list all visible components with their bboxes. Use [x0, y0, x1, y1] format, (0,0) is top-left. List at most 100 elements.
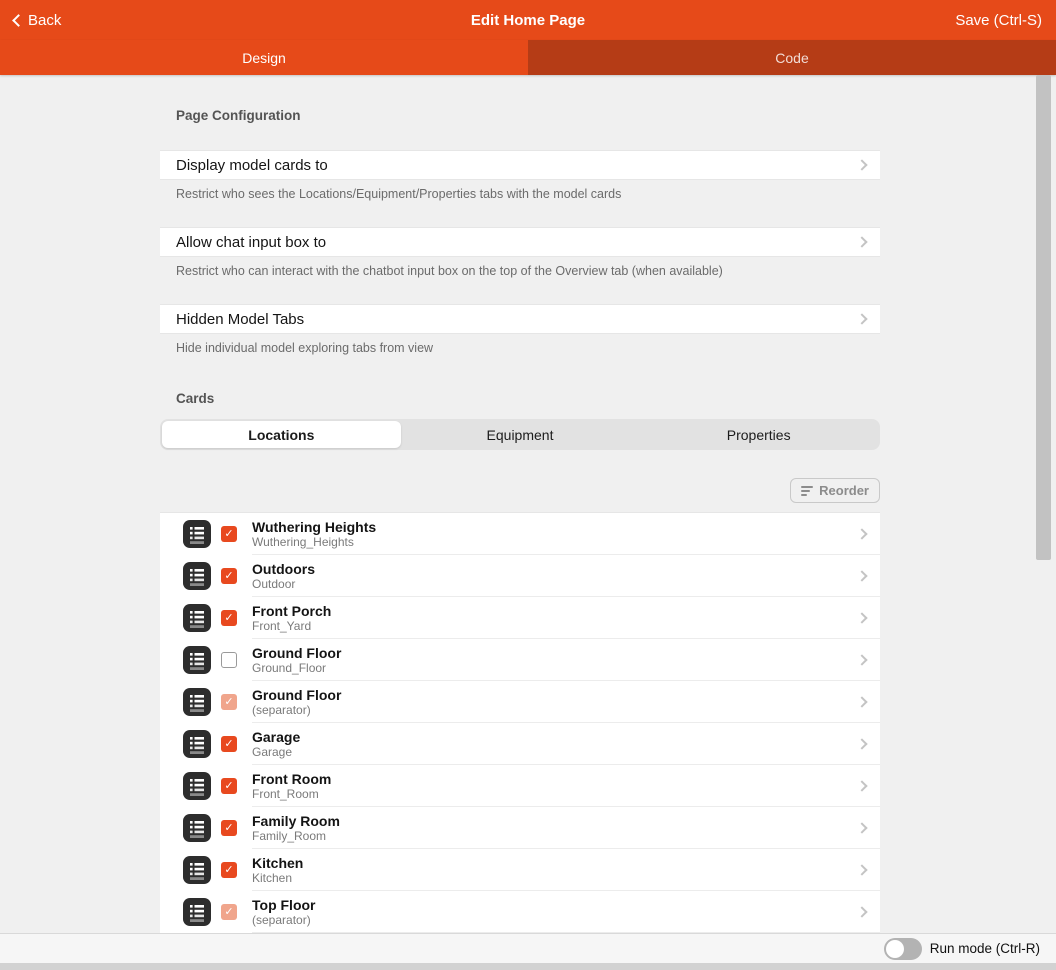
card-title: Outdoors — [252, 562, 315, 576]
card-text: Ground Floor (separator) — [252, 688, 341, 716]
card-checkbox[interactable] — [221, 652, 237, 668]
save-button[interactable]: Save (Ctrl-S) — [955, 12, 1042, 29]
list-card-icon — [183, 688, 211, 716]
page-title: Edit Home Page — [0, 12, 1056, 29]
card-list-row[interactable]: ✓ Kitchen Kitchen — [160, 849, 880, 891]
card-checkbox[interactable]: ✓ — [221, 904, 237, 920]
card-checkbox[interactable]: ✓ — [221, 610, 237, 626]
card-text: Ground Floor Ground_Floor — [252, 646, 341, 674]
check-icon: ✓ — [224, 529, 233, 540]
card-title: Family Room — [252, 814, 340, 828]
card-subtitle: Ground_Floor — [252, 662, 341, 674]
segment-locations[interactable]: Locations — [162, 421, 401, 448]
reorder-row: Reorder — [160, 478, 880, 503]
chevron-right-icon — [856, 612, 867, 623]
tab-design[interactable]: Design — [0, 40, 528, 75]
list-card-icon — [183, 814, 211, 842]
card-title: Ground Floor — [252, 688, 341, 702]
cards-heading: Cards — [176, 391, 1056, 406]
chevron-right-icon — [856, 313, 867, 324]
cards-segmented-control: LocationsEquipmentProperties — [160, 419, 880, 450]
check-icon: ✓ — [224, 571, 233, 582]
card-text: Wuthering Heights Wuthering_Heights — [252, 520, 376, 548]
card-list-row[interactable]: ✓ Wuthering Heights Wuthering_Heights — [160, 513, 880, 555]
card-title: Garage — [252, 730, 300, 744]
config-item-description: Restrict who sees the Locations/Equipmen… — [176, 188, 876, 201]
sort-lines-icon — [801, 486, 813, 496]
card-subtitle: Family_Room — [252, 830, 340, 842]
chevron-left-icon — [12, 14, 25, 27]
config-item-row[interactable]: Hidden Model Tabs — [160, 304, 880, 334]
card-subtitle: Front_Yard — [252, 620, 331, 632]
reorder-label: Reorder — [819, 483, 869, 498]
card-checkbox[interactable]: ✓ — [221, 568, 237, 584]
content-area: Page Configuration Display model cards t… — [0, 75, 1056, 933]
chevron-right-icon — [856, 528, 867, 539]
card-checkbox[interactable]: ✓ — [221, 736, 237, 752]
card-subtitle: Outdoor — [252, 578, 315, 590]
card-checkbox[interactable]: ✓ — [221, 526, 237, 542]
card-checkbox[interactable]: ✓ — [221, 862, 237, 878]
chevron-right-icon — [856, 738, 867, 749]
page-configuration-heading: Page Configuration — [176, 108, 1056, 123]
check-icon: ✓ — [224, 613, 233, 624]
card-list-row[interactable]: ✓ Top Floor (separator) — [160, 891, 880, 933]
card-list-row[interactable]: ✓ Garage Garage — [160, 723, 880, 765]
card-text: Garage Garage — [252, 730, 300, 758]
location-card-list: ✓ Wuthering Heights Wuthering_Heights ✓ … — [160, 512, 880, 933]
tab-code[interactable]: Code — [528, 40, 1056, 75]
config-item-row[interactable]: Allow chat input box to — [160, 227, 880, 257]
card-title: Top Floor — [252, 898, 316, 912]
chevron-right-icon — [856, 822, 867, 833]
list-card-icon — [183, 562, 211, 590]
card-list-row[interactable]: ✓ Front Room Front_Room — [160, 765, 880, 807]
window-bottom-strip — [0, 963, 1056, 970]
segment-equipment[interactable]: Equipment — [401, 421, 640, 448]
card-subtitle: Garage — [252, 746, 300, 758]
card-text: Family Room Family_Room — [252, 814, 340, 842]
list-card-icon — [183, 604, 211, 632]
card-list-row[interactable]: ✓ Front Porch Front_Yard — [160, 597, 880, 639]
config-item-row[interactable]: Display model cards to — [160, 150, 880, 180]
check-icon: ✓ — [224, 697, 233, 708]
check-icon: ✓ — [224, 865, 233, 876]
card-title: Front Room — [252, 772, 331, 786]
chevron-right-icon — [856, 696, 867, 707]
list-card-icon — [183, 772, 211, 800]
list-card-icon — [183, 646, 211, 674]
card-checkbox[interactable]: ✓ — [221, 778, 237, 794]
config-item-label: Display model cards to — [176, 157, 328, 174]
card-subtitle: (separator) — [252, 704, 341, 716]
toggle-knob — [886, 940, 904, 958]
reorder-button[interactable]: Reorder — [790, 478, 880, 503]
check-icon: ✓ — [224, 823, 233, 834]
run-mode-label: Run mode (Ctrl-R) — [930, 941, 1040, 956]
card-list-row[interactable]: ✓ Ground Floor (separator) — [160, 681, 880, 723]
footer-bar: Run mode (Ctrl-R) — [0, 933, 1056, 963]
run-mode-toggle[interactable] — [884, 938, 922, 960]
card-text: Front Porch Front_Yard — [252, 604, 331, 632]
chevron-right-icon — [856, 236, 867, 247]
chevron-right-icon — [856, 654, 867, 665]
segment-properties[interactable]: Properties — [639, 421, 878, 448]
config-item: Allow chat input box to Restrict who can… — [0, 227, 1056, 278]
card-checkbox[interactable]: ✓ — [221, 694, 237, 710]
card-list-row[interactable]: Ground Floor Ground_Floor — [160, 639, 880, 681]
card-text: Top Floor (separator) — [252, 898, 316, 926]
config-item: Display model cards to Restrict who sees… — [0, 150, 1056, 201]
card-text: Kitchen Kitchen — [252, 856, 303, 884]
vertical-scrollbar-thumb[interactable] — [1036, 75, 1051, 560]
back-button[interactable]: Back — [14, 12, 61, 29]
card-subtitle: Front_Room — [252, 788, 331, 800]
check-icon: ✓ — [224, 739, 233, 750]
card-list-row[interactable]: ✓ Outdoors Outdoor — [160, 555, 880, 597]
card-text: Front Room Front_Room — [252, 772, 331, 800]
chevron-right-icon — [856, 780, 867, 791]
config-item: Hidden Model Tabs Hide individual model … — [0, 304, 1056, 355]
chevron-right-icon — [856, 159, 867, 170]
card-list-row[interactable]: ✓ Family Room Family_Room — [160, 807, 880, 849]
card-subtitle: Wuthering_Heights — [252, 536, 376, 548]
card-subtitle: (separator) — [252, 914, 316, 926]
card-title: Ground Floor — [252, 646, 341, 660]
card-checkbox[interactable]: ✓ — [221, 820, 237, 836]
